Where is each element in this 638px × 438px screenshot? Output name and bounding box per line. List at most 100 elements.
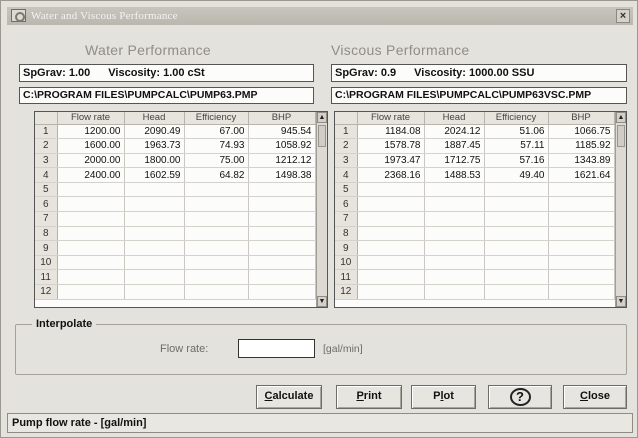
table-cell[interactable]	[548, 240, 615, 256]
table-cell[interactable]	[484, 226, 549, 242]
table-cell[interactable]	[424, 196, 485, 213]
viscous-col-flow-rate[interactable]: Flow rate	[357, 112, 425, 125]
table-row[interactable]: 10	[335, 255, 615, 271]
table-cell[interactable]	[357, 226, 425, 242]
table-cell[interactable]	[484, 255, 549, 271]
table-row[interactable]: 11	[335, 269, 615, 286]
viscous-scroll-thumb[interactable]	[617, 125, 625, 147]
table-cell[interactable]: 1600.00	[57, 138, 125, 154]
table-cell[interactable]	[57, 211, 125, 227]
table-row[interactable]: 7	[335, 211, 615, 227]
row-number[interactable]: 1	[35, 124, 58, 140]
table-cell[interactable]: 1184.08	[357, 124, 425, 140]
table-row[interactable]: 6	[35, 196, 316, 213]
table-cell[interactable]	[57, 182, 125, 198]
table-cell[interactable]	[484, 240, 549, 256]
table-row[interactable]: 11	[35, 269, 316, 286]
table-cell[interactable]	[184, 269, 249, 286]
table-cell[interactable]	[184, 240, 249, 256]
table-row[interactable]: 4 2368.16 1488.53 49.40 1621.64	[335, 167, 615, 183]
table-row[interactable]: 6	[335, 196, 615, 213]
table-cell[interactable]	[484, 269, 549, 286]
table-cell[interactable]	[124, 226, 185, 242]
close-button[interactable]: Close	[563, 385, 627, 409]
table-cell[interactable]	[357, 182, 425, 198]
table-cell[interactable]	[424, 182, 485, 198]
table-row[interactable]: 7	[35, 211, 316, 227]
water-grid-scrollbar[interactable]: ▲ ▼	[316, 112, 327, 307]
table-cell[interactable]	[248, 269, 316, 286]
table-cell[interactable]: 1066.75	[548, 124, 615, 140]
row-number[interactable]: 11	[35, 269, 58, 286]
table-cell[interactable]: 2000.00	[57, 153, 125, 169]
row-number[interactable]: 4	[335, 167, 358, 183]
table-cell[interactable]: 1212.12	[248, 153, 316, 169]
table-cell[interactable]	[124, 240, 185, 256]
table-cell[interactable]	[57, 240, 125, 256]
table-cell[interactable]	[248, 240, 316, 256]
row-number[interactable]: 6	[35, 196, 58, 213]
table-row[interactable]: 9	[35, 240, 316, 256]
table-cell[interactable]: 1887.45	[424, 138, 485, 154]
water-scroll-thumb[interactable]	[318, 125, 326, 147]
row-number[interactable]: 1	[335, 124, 358, 140]
table-cell[interactable]: 2368.16	[357, 167, 425, 183]
table-row[interactable]: 12	[335, 284, 615, 300]
table-cell[interactable]	[548, 284, 615, 300]
table-row[interactable]: 9	[335, 240, 615, 256]
table-cell[interactable]	[548, 182, 615, 198]
table-cell[interactable]: 1712.75	[424, 153, 485, 169]
table-cell[interactable]: 49.40	[484, 167, 549, 183]
row-number[interactable]: 7	[35, 211, 58, 227]
table-cell[interactable]	[548, 211, 615, 227]
table-cell[interactable]: 51.06	[484, 124, 549, 140]
table-cell[interactable]: 1185.92	[548, 138, 615, 154]
table-cell[interactable]: 2024.12	[424, 124, 485, 140]
table-cell[interactable]: 2090.49	[124, 124, 185, 140]
help-button[interactable]: ?	[488, 385, 552, 409]
row-number[interactable]: 11	[335, 269, 358, 286]
table-cell[interactable]	[484, 211, 549, 227]
calculate-button[interactable]: Calculate	[256, 385, 322, 409]
table-row[interactable]: 1 1184.08 2024.12 51.06 1066.75	[335, 124, 615, 140]
table-cell[interactable]	[57, 269, 125, 286]
table-row[interactable]: 3 1973.47 1712.75 57.16 1343.89	[335, 153, 615, 169]
table-cell[interactable]	[424, 240, 485, 256]
table-cell[interactable]	[124, 269, 185, 286]
table-cell[interactable]	[184, 211, 249, 227]
table-cell[interactable]: 1800.00	[124, 153, 185, 169]
table-row[interactable]: 5	[335, 182, 615, 198]
viscous-col-bhp[interactable]: BHP	[548, 112, 615, 125]
table-cell[interactable]	[184, 255, 249, 271]
table-cell[interactable]	[248, 284, 316, 300]
table-cell[interactable]	[424, 284, 485, 300]
table-cell[interactable]	[357, 255, 425, 271]
row-number[interactable]: 5	[335, 182, 358, 198]
table-cell[interactable]	[184, 196, 249, 213]
table-cell[interactable]: 57.16	[484, 153, 549, 169]
table-cell[interactable]: 67.00	[184, 124, 249, 140]
viscous-grid-scrollbar[interactable]: ▲ ▼	[615, 112, 626, 307]
table-cell[interactable]: 57.11	[484, 138, 549, 154]
water-performance-grid[interactable]: Flow rate Head Efficiency BHP 1 1200.00 20…	[34, 111, 328, 308]
table-cell[interactable]	[184, 284, 249, 300]
table-cell[interactable]: 1621.64	[548, 167, 615, 183]
row-number[interactable]: 12	[35, 284, 58, 300]
table-cell[interactable]	[57, 196, 125, 213]
table-cell[interactable]	[248, 182, 316, 198]
table-cell[interactable]	[548, 269, 615, 286]
table-cell[interactable]	[184, 226, 249, 242]
table-cell[interactable]	[57, 226, 125, 242]
table-cell[interactable]: 64.82	[184, 167, 249, 183]
close-window-button[interactable]: ×	[616, 9, 630, 23]
table-cell[interactable]: 1602.59	[124, 167, 185, 183]
table-cell[interactable]	[484, 182, 549, 198]
table-cell[interactable]	[357, 284, 425, 300]
row-number[interactable]: 10	[35, 255, 58, 271]
row-number[interactable]: 4	[35, 167, 58, 183]
table-cell[interactable]	[248, 211, 316, 227]
table-cell[interactable]	[424, 255, 485, 271]
table-cell[interactable]: 1343.89	[548, 153, 615, 169]
table-cell[interactable]	[424, 269, 485, 286]
row-number[interactable]: 8	[35, 226, 58, 242]
